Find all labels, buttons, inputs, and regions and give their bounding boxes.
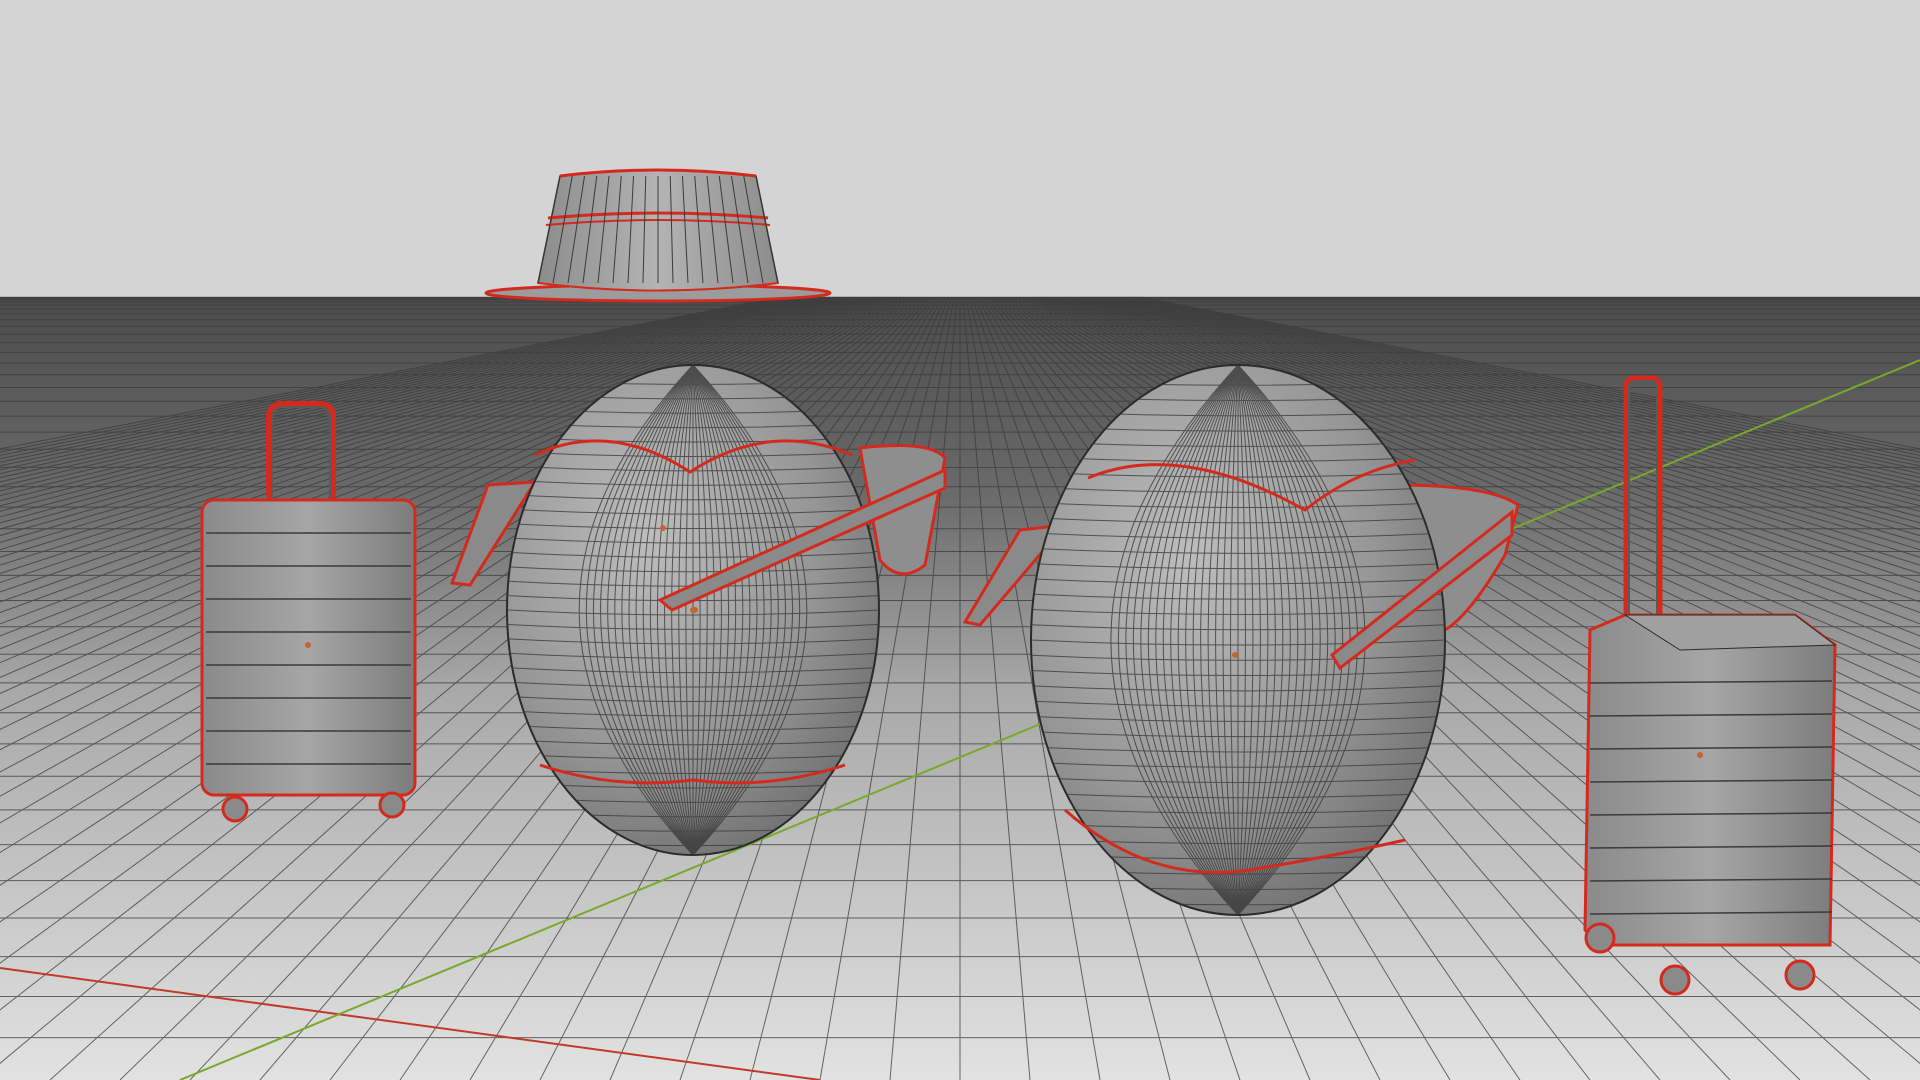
viewport-scene[interactable] — [0, 0, 1920, 1080]
3d-viewport[interactable] — [0, 0, 1920, 1080]
egg-right-object[interactable] — [1030, 364, 1446, 916]
sky-background — [0, 0, 1920, 297]
